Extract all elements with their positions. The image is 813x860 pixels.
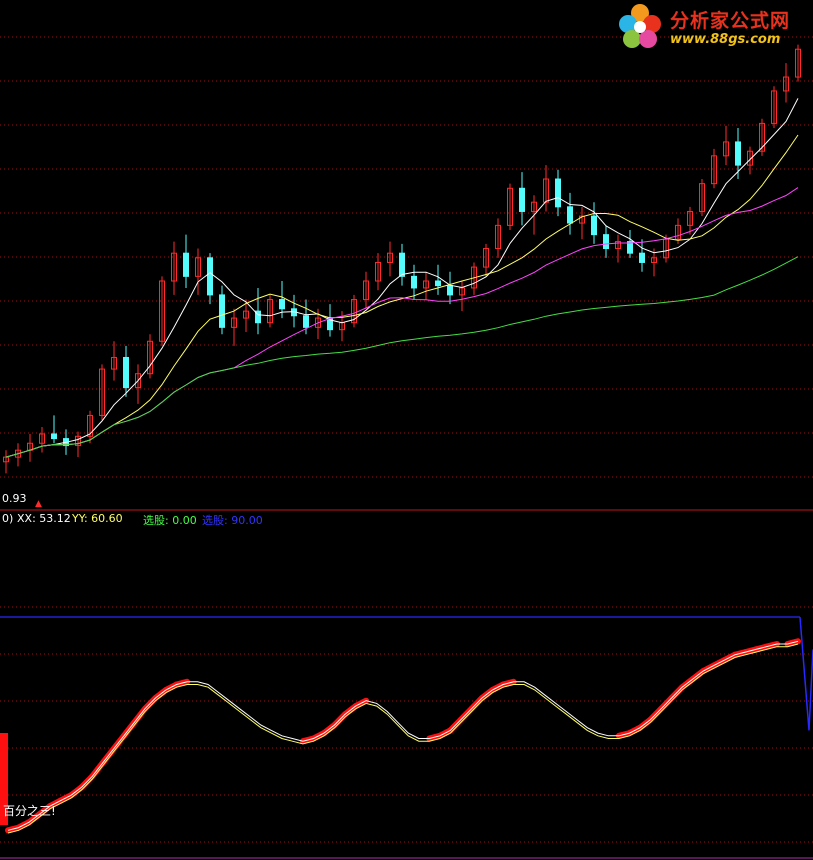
logo-title: 分析家公式网 [670, 10, 791, 32]
candle-body [279, 299, 285, 310]
ceiling-drop-line [799, 616, 813, 731]
candle-body [207, 257, 213, 296]
candle-body [735, 141, 741, 166]
low-marker-icon: ▲ [35, 499, 42, 509]
select-value-label: 选股: 0.00 [143, 514, 197, 527]
candle-body [555, 178, 561, 208]
candle-body [399, 252, 405, 277]
candle-body [219, 294, 225, 328]
indicator-bottom-text: 百分之三! [3, 804, 56, 818]
candle-body [183, 252, 189, 277]
candle-body [51, 433, 57, 440]
moving-average-line [5, 187, 799, 458]
candle-body [639, 252, 645, 263]
yy-value-label: YY: 60.60 [72, 512, 123, 525]
candle-body [447, 285, 453, 296]
select2-value-label: 选股: 90.00 [202, 514, 263, 527]
xx-value-label: XX: 53.12 [17, 512, 71, 525]
candle-body [123, 356, 129, 389]
stock-chart: ▲ [0, 36, 813, 859]
candle-body [567, 206, 573, 224]
logo-url: www.88gs.com [670, 32, 781, 47]
yy-line [7, 643, 799, 834]
moving-average-line [5, 134, 799, 458]
flower-logo-icon [619, 4, 661, 48]
candle-body [303, 315, 309, 328]
candle-body [591, 215, 597, 236]
logo: 分析家公式网 www.88gs.com [612, 2, 810, 52]
candle-body [411, 275, 417, 289]
candle-body [519, 187, 525, 212]
indicator-header-prefix: 0) [2, 512, 14, 525]
low-price-label: 0.93 [2, 492, 27, 505]
candle-body [435, 280, 441, 287]
moving-average-line [5, 256, 799, 458]
candle-body [603, 234, 609, 250]
